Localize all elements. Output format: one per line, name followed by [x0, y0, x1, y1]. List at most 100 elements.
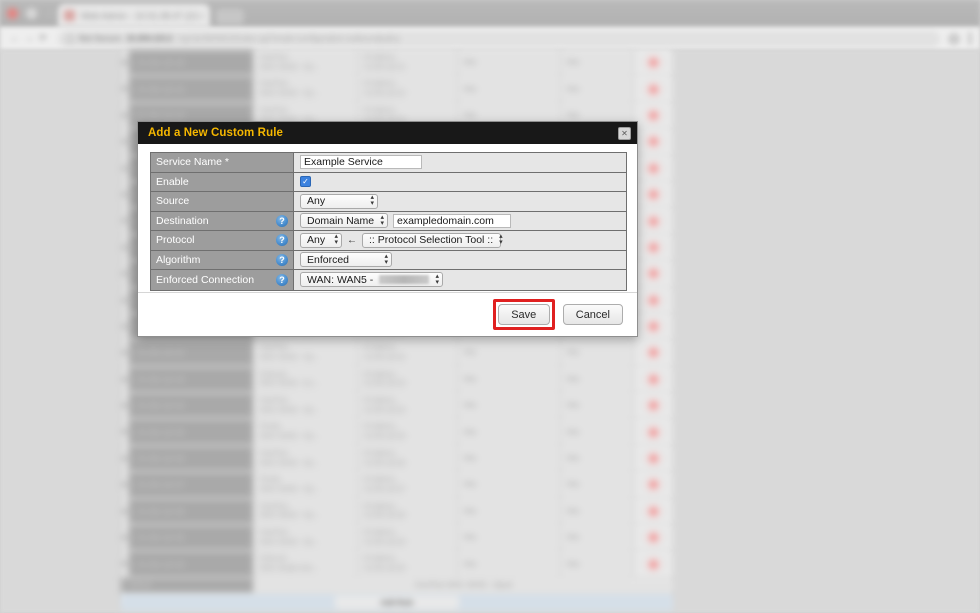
drag-handle-icon[interactable] [121, 499, 129, 524]
drag-handle-icon[interactable] [121, 551, 129, 576]
help-icon[interactable]: ? [276, 234, 288, 246]
drag-handle-icon[interactable] [121, 156, 129, 181]
not-secure-icon [66, 35, 74, 43]
drag-handle-icon[interactable] [121, 103, 129, 128]
delete-rule-button[interactable] [633, 182, 673, 207]
algorithm-label: Algorithm ? [151, 251, 294, 270]
rule-destination: IP Address10.204.115.56 [357, 446, 457, 471]
table-row[interactable]: 10.204.115.55 PriorityWAN: WAN5 - Yqz...… [121, 419, 673, 445]
table-row[interactable]: 10.204.115.54 OverFlowWAN: WAN5 - Yqz...… [121, 393, 673, 419]
enable-checkbox[interactable]: ✓ [300, 176, 311, 187]
drag-handle-icon[interactable] [121, 314, 129, 339]
enforced-connection-select[interactable]: WAN: WAN5 - ▴▾ [300, 272, 443, 287]
add-rule-button[interactable]: Add Rule [335, 596, 460, 609]
help-icon[interactable]: ? [276, 254, 288, 266]
extension-icon[interactable] [948, 33, 960, 45]
drag-handle-icon[interactable] [121, 367, 129, 392]
drag-handle-icon[interactable] [121, 288, 129, 313]
destination-domain-input[interactable] [393, 214, 511, 228]
browser-tab[interactable]: Web Admin - 10.01.08.47 (21 × [58, 4, 210, 27]
save-button-highlight: Save [493, 299, 555, 330]
delete-rule-button[interactable] [633, 472, 673, 497]
drag-handle-icon[interactable] [121, 182, 129, 207]
arrow-left-icon: ← [347, 235, 357, 246]
delete-rule-button[interactable] [633, 76, 673, 101]
drag-handle-icon[interactable] [121, 446, 129, 471]
delete-rule-button[interactable] [633, 50, 673, 75]
drag-handle-icon[interactable] [121, 261, 129, 286]
delete-rule-button[interactable] [633, 235, 673, 260]
delete-rule-button[interactable] [633, 340, 673, 365]
browser-menu-icon[interactable] [968, 32, 972, 45]
source-selected-value: Any [307, 195, 325, 207]
table-row[interactable]: 10.204.115.58 OverFlowWAN: WAN5 - Yqz...… [121, 499, 673, 525]
delete-rule-button[interactable] [633, 525, 673, 550]
drag-handle-icon[interactable] [121, 419, 129, 444]
table-row[interactable]: 10.204.115.42 OverFlowWAN: WAN5 - Yqz...… [121, 76, 673, 102]
delete-rule-button[interactable] [633, 156, 673, 181]
drag-handle-icon[interactable] [121, 235, 129, 260]
service-name-input[interactable] [300, 155, 422, 169]
delete-rule-button[interactable] [633, 103, 673, 128]
back-icon[interactable]: ← [8, 32, 22, 46]
help-icon[interactable]: ? [276, 215, 288, 227]
delete-rule-button[interactable] [633, 129, 673, 154]
table-row[interactable]: 10.204.115.59 OverFlowWAN: WAN5 - Yqz...… [121, 525, 673, 551]
security-label: Not Secure [79, 34, 121, 43]
minimize-window-icon[interactable] [26, 8, 37, 19]
maximize-window-icon[interactable] [45, 8, 56, 19]
protocol-select[interactable]: Any ▴▾ [300, 233, 342, 248]
delete-rule-button[interactable] [633, 419, 673, 444]
drag-handle-icon[interactable] [121, 129, 129, 154]
enforced-connection-selected-value: WAN: WAN5 - [307, 274, 373, 286]
delete-rule-button[interactable] [633, 261, 673, 286]
table-row[interactable]: 10.204.115.56 OverFlowWAN: WAN5 - Yqz...… [121, 446, 673, 472]
delete-rule-button[interactable] [633, 314, 673, 339]
address-bar[interactable]: Not Secure 10.204.115.2 /cgi-bin/MANGA/i… [58, 31, 940, 47]
table-row[interactable]: 10.204.115.60 EnforcedWAN: Mobile Inter.… [121, 551, 673, 577]
reload-icon[interactable]: ⟳ [36, 32, 50, 46]
delete-rule-button[interactable] [633, 446, 673, 471]
table-row[interactable]: 10.204.115.40 OverFlowWAN: WAN5 - Yqz...… [121, 50, 673, 76]
delete-rule-button[interactable] [633, 551, 673, 576]
drag-handle-icon[interactable] [121, 472, 129, 497]
delete-rule-button[interactable] [633, 208, 673, 233]
destination-label: Destination ? [151, 212, 294, 231]
forward-icon[interactable]: → [22, 32, 36, 46]
delete-rule-button[interactable] [633, 499, 673, 524]
delete-rule-button[interactable] [633, 393, 673, 418]
cancel-button[interactable]: Cancel [563, 304, 623, 325]
drag-handle-icon[interactable] [121, 525, 129, 550]
algorithm-select[interactable]: Enforced ▴▾ [300, 252, 392, 267]
enforced-connection-label: Enforced Connection ? [151, 270, 294, 290]
close-icon[interactable]: ✕ [618, 127, 631, 140]
source-select[interactable]: Any ▴▾ [300, 194, 378, 209]
drag-handle-icon[interactable] [121, 76, 129, 101]
stepper-arrows-icon: ▴▾ [499, 234, 503, 246]
table-row[interactable]: 10.204.115.52 OverFlowWAN: WAN5 - Yqz...… [121, 340, 673, 366]
stepper-arrows-icon: ▴▾ [370, 195, 374, 207]
rule-protocol: Any [560, 551, 633, 576]
table-row[interactable]: 10.204.115.57 PriorityWAN: WAN5 - Yqz...… [121, 472, 673, 498]
delete-icon [648, 347, 659, 358]
drag-handle-icon[interactable] [121, 50, 129, 75]
new-tab-button[interactable] [216, 9, 244, 24]
close-window-icon[interactable] [7, 8, 18, 19]
window-controls[interactable] [7, 8, 56, 19]
protocol-selection-tool-select[interactable]: :: Protocol Selection Tool :: ▴▾ [362, 233, 501, 248]
drag-handle-icon[interactable] [121, 393, 129, 418]
tab-close-icon[interactable]: × [199, 11, 204, 21]
stepper-arrows-icon: ▴▾ [384, 254, 388, 266]
drag-handle-icon[interactable] [121, 340, 129, 365]
save-button[interactable]: Save [498, 304, 550, 325]
table-row[interactable]: 10.204.115.53 EnforcedWAN: WAN5 - Acc...… [121, 367, 673, 393]
delete-rule-button[interactable] [633, 367, 673, 392]
add-rule-bar[interactable]: Add Rule [121, 594, 673, 611]
help-icon[interactable]: ? [276, 274, 288, 286]
rule-algorithm: EnforcedWAN: Mobile Inter... [254, 551, 357, 576]
delete-icon [648, 400, 659, 411]
rule-destination: IP Address10.204.115.54 [357, 393, 457, 418]
delete-rule-button[interactable] [633, 288, 673, 313]
destination-type-select[interactable]: Domain Name ▴▾ [300, 213, 388, 228]
drag-handle-icon[interactable] [121, 208, 129, 233]
